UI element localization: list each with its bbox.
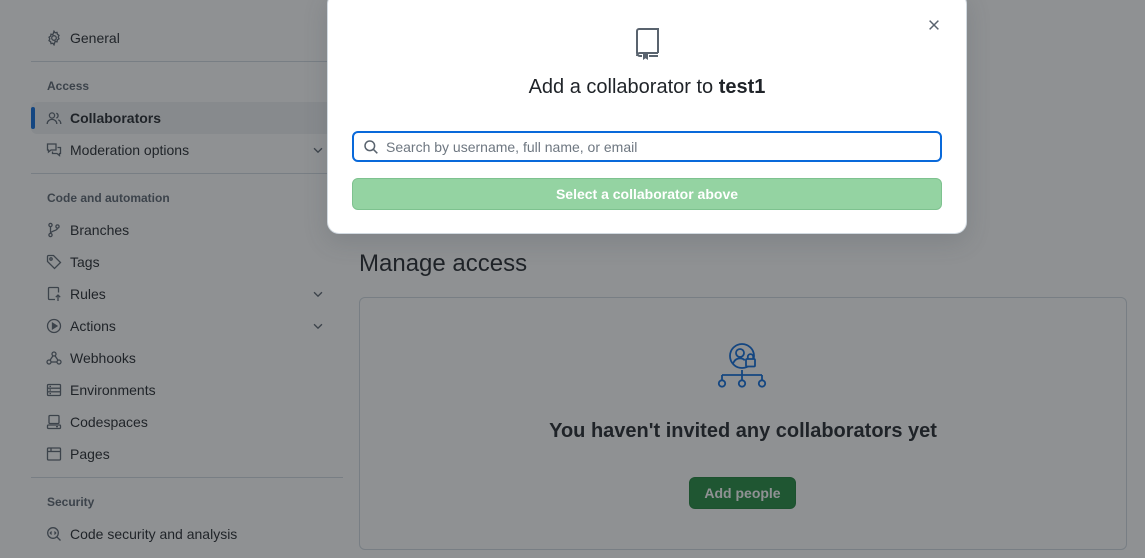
dialog-title-prefix: Add a collaborator to bbox=[528, 76, 714, 98]
add-collaborator-dialog: Add a collaborator to test1 Select a col… bbox=[327, 0, 967, 234]
dialog-title: Add a collaborator to test1 bbox=[328, 76, 966, 99]
search-icon bbox=[364, 139, 378, 154]
x-icon bbox=[929, 20, 939, 30]
repo-name: test1 bbox=[718, 76, 766, 98]
collaborator-search-field[interactable] bbox=[352, 131, 942, 162]
repo-icon bbox=[636, 28, 659, 60]
search-input[interactable] bbox=[386, 133, 940, 160]
close-button[interactable] bbox=[922, 13, 946, 37]
select-collaborator-button[interactable]: Select a collaborator above bbox=[352, 178, 942, 210]
